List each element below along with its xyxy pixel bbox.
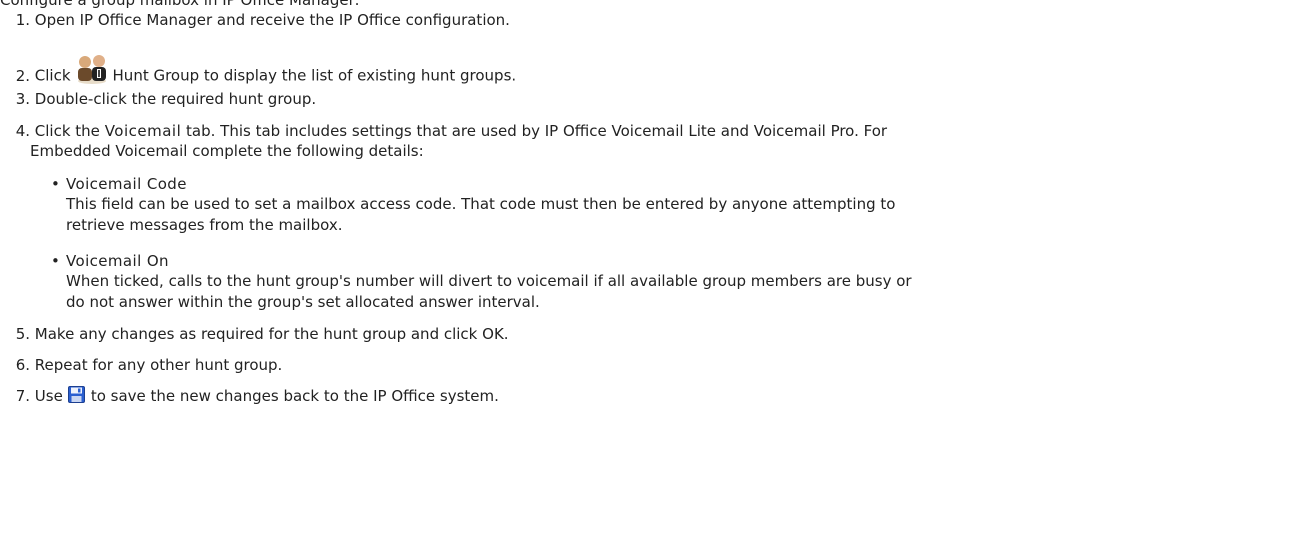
step-number: 6.: [15, 356, 30, 374]
bullet-description-line: retrieve messages from the mailbox.: [66, 216, 343, 234]
step-number: 5.: [15, 325, 30, 343]
step-text-pre: Click: [34, 66, 71, 85]
bullet-marker: •: [51, 175, 60, 193]
bullet-title: Voicemail On: [66, 252, 169, 270]
voicemail-tab-label: Voicemail: [104, 122, 182, 140]
step-number: 4.: [15, 122, 30, 140]
save-icon: [67, 386, 85, 403]
bullet-description-line: When ticked, calls to the hunt group's n…: [66, 272, 912, 290]
step-text-post: to save the new changes back to the IP O…: [90, 387, 499, 405]
step-text: Open IP Office Manager and receive the I…: [34, 11, 510, 29]
step-number: 3.: [15, 90, 30, 108]
step-4: 4. Click the Voicemail tab. This tab inc…: [0, 122, 887, 140]
step-number: 2.: [15, 66, 30, 85]
step-text-post: Hunt Group to display the list of existi…: [112, 66, 517, 85]
step-7: 7. Use to save the new changes back to t…: [0, 386, 499, 405]
step-1: 1. Open IP Office Manager and receive th…: [0, 11, 510, 29]
step-text: Double-click the required hunt group.: [34, 90, 317, 108]
step-3: 3. Double-click the required hunt group.: [0, 90, 316, 108]
step-5: 5. Make any changes as required for the …: [0, 325, 509, 343]
step-text-post: tab. This tab includes settings that are…: [186, 122, 888, 140]
step-text-pre: Use: [34, 387, 63, 405]
step-2: 2. Click Hunt Group to display the list …: [0, 55, 517, 93]
step-number: 1.: [15, 11, 30, 29]
bullet-marker: •: [51, 252, 60, 270]
bullet-title: Voicemail Code: [66, 175, 187, 193]
hunt-group-icon: [77, 51, 107, 85]
intro-text: Configure a group mailbox in IP Office M…: [0, 0, 360, 9]
step-4-continuation: Embedded Voicemail complete the followin…: [30, 142, 424, 160]
bullet-description-line: do not answer within the group's set all…: [66, 293, 540, 311]
step-text-pre: Click the: [34, 122, 100, 140]
step-text: Make any changes as required for the hun…: [34, 325, 509, 343]
step-6: 6. Repeat for any other hunt group.: [0, 356, 283, 374]
step-number: 7.: [15, 387, 30, 405]
step-text: Repeat for any other hunt group.: [34, 356, 283, 374]
bullet-description-line: This field can be used to set a mailbox …: [66, 195, 896, 213]
